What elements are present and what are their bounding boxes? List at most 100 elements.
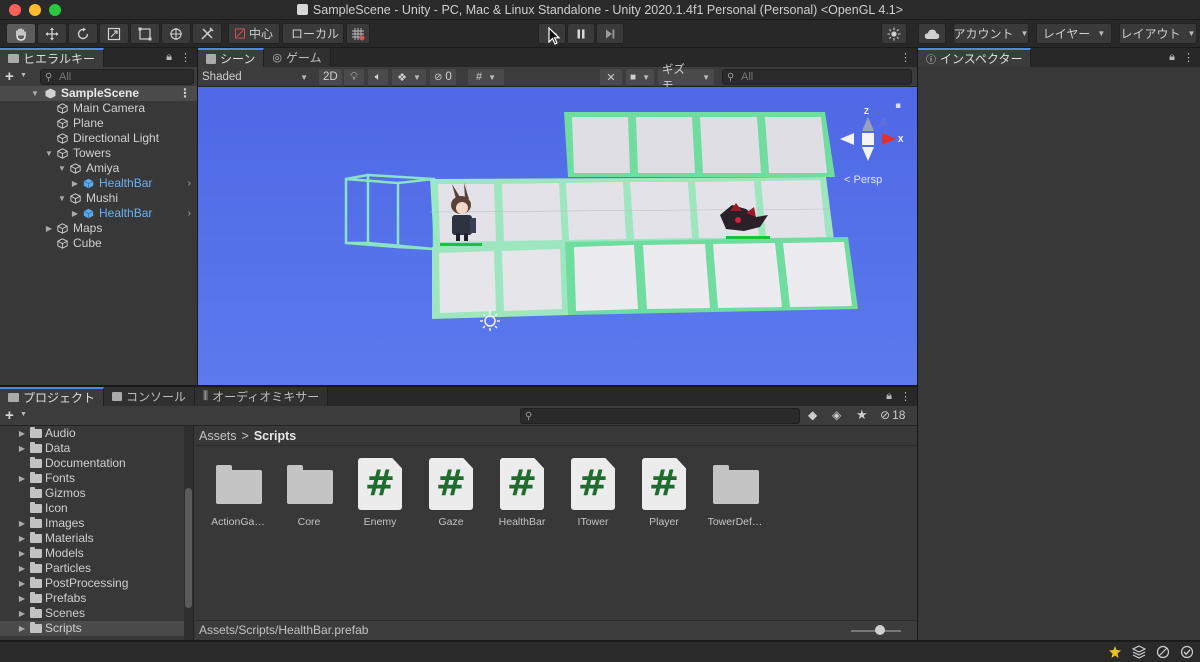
collab-button[interactable]: [881, 23, 907, 44]
layers-dropdown[interactable]: レイヤー ▼: [1036, 23, 1112, 44]
scene-search-input[interactable]: ⚲ All: [722, 69, 912, 85]
expand-arrow-icon[interactable]: ▶: [17, 591, 27, 606]
cloud-button[interactable]: [918, 23, 946, 44]
more-options-icon[interactable]: ⋮: [179, 86, 191, 101]
hierarchy-item-amiya[interactable]: ▼ Amiya: [0, 161, 197, 176]
toggle-2d-button[interactable]: 2D: [319, 69, 342, 85]
hierarchy-item-healthbar[interactable]: ▶ HealthBar ›: [0, 176, 197, 191]
tab-console[interactable]: コンソール: [104, 387, 196, 406]
hierarchy-item-healthbar[interactable]: ▶ HealthBar ›: [0, 206, 197, 221]
tab-hierarchy[interactable]: ヒエラルキー: [0, 48, 105, 67]
expand-arrow-icon[interactable]: ▼: [57, 191, 67, 206]
breadcrumb-assets[interactable]: Assets: [199, 429, 237, 443]
lighting-toggle-button[interactable]: 💡︎: [344, 69, 364, 85]
more-options-icon[interactable]: ⋮: [180, 51, 191, 64]
orientation-gizmo[interactable]: Z X: [840, 107, 904, 161]
asset-item-actiongame-folder[interactable]: ActionGa…: [203, 458, 273, 528]
move-tool-button[interactable]: [37, 23, 67, 44]
chevron-down-icon[interactable]: ▼: [20, 72, 27, 79]
hierarchy-item-cube[interactable]: Cube: [0, 236, 197, 251]
folder-item-scripts[interactable]: ▶ Scripts: [0, 621, 184, 636]
asset-item-healthbar-script[interactable]: # HealthBar: [487, 458, 557, 528]
folder-item-fonts[interactable]: ▶ Fonts: [0, 471, 184, 486]
perspective-label[interactable]: < Persp: [844, 174, 882, 186]
expand-arrow-icon[interactable]: ▶: [17, 576, 27, 591]
asset-item-itower-script[interactable]: # ITower: [558, 458, 628, 528]
rect-tool-button[interactable]: [130, 23, 160, 44]
account-dropdown[interactable]: アカウント ▼: [953, 23, 1029, 44]
expand-arrow-icon[interactable]: ▶: [44, 221, 54, 236]
expand-arrow-icon[interactable]: ▶: [70, 206, 80, 221]
folder-item-models[interactable]: ▶ Models: [0, 546, 184, 561]
scrollbar-thumb[interactable]: [185, 488, 192, 608]
grid-dropdown[interactable]: # ▼: [468, 69, 504, 85]
folder-item-audio[interactable]: ▶ Audio: [0, 426, 184, 441]
camera-dropdown[interactable]: ■ ▼: [626, 69, 654, 85]
layers-stack-icon[interactable]: [1132, 645, 1146, 659]
expand-arrow-icon[interactable]: ▶: [17, 516, 27, 531]
asset-item-gaze-script[interactable]: # Gaze: [416, 458, 486, 528]
more-options-icon[interactable]: ⋮: [1183, 51, 1194, 64]
grid-snap-button[interactable]: [346, 23, 370, 44]
hand-tool-button[interactable]: [6, 23, 36, 44]
expand-arrow-icon[interactable]: ▶: [17, 471, 27, 486]
lock-icon[interactable]: 🔒︎: [886, 390, 892, 403]
folder-item-icon[interactable]: Icon: [0, 501, 184, 516]
custom-tool-button[interactable]: [192, 23, 222, 44]
tab-inspector[interactable]: ⓘ インスペクター: [918, 48, 1032, 67]
expand-arrow-icon[interactable]: ▼: [57, 161, 67, 176]
hidden-objects-toggle[interactable]: ⊘ 0: [430, 69, 456, 85]
hierarchy-item-plane[interactable]: Plane: [0, 116, 197, 131]
project-search-input[interactable]: ⚲: [520, 408, 800, 424]
folder-tree-scrollbar[interactable]: [184, 426, 193, 640]
folder-item-prefabs[interactable]: ▶ Prefabs: [0, 591, 184, 606]
expand-arrow-icon[interactable]: ▶: [17, 606, 27, 621]
folder-item-data[interactable]: ▶ Data: [0, 441, 184, 456]
expand-arrow-icon[interactable]: ▶: [17, 621, 27, 636]
lock-icon[interactable]: 🔒︎: [166, 51, 172, 64]
transform-tool-button[interactable]: [161, 23, 191, 44]
scene-viewport[interactable]: Z X < Persp ▪: [198, 87, 917, 385]
asset-item-enemy-script[interactable]: # Enemy: [345, 458, 415, 528]
hierarchy-scene-row[interactable]: ▼ SampleScene ⋮: [0, 86, 197, 101]
pivot-toggle-button[interactable]: 中心: [228, 23, 280, 44]
tab-game[interactable]: ◎ ゲーム: [264, 48, 331, 67]
effects-dropdown[interactable]: ❖ ▼: [392, 69, 426, 85]
gizmos-dropdown[interactable]: ギズモ ▼: [658, 64, 714, 92]
audio-toggle-button[interactable]: 🔈︎: [368, 69, 388, 85]
hierarchy-item-directional-light[interactable]: Directional Light: [0, 131, 197, 146]
favorites-star-icon[interactable]: ★: [856, 407, 868, 423]
folder-item-images[interactable]: ▶ Images: [0, 516, 184, 531]
checkmark-circle-icon[interactable]: [1180, 645, 1194, 659]
chevron-right-icon[interactable]: ›: [188, 176, 191, 191]
asset-item-core-folder[interactable]: Core: [274, 458, 344, 528]
more-options-icon[interactable]: ⋮: [900, 51, 911, 64]
filter-by-label-icon[interactable]: ◈: [832, 408, 841, 422]
more-options-icon[interactable]: ⋮: [900, 390, 911, 403]
hierarchy-search-input[interactable]: ⚲ All: [40, 69, 194, 85]
hierarchy-item-mushi[interactable]: ▼ Mushi: [0, 191, 197, 206]
folder-item-scenes[interactable]: ▶ Scenes: [0, 606, 184, 621]
tab-audio-mixer[interactable]: ⫼ オーディオミキサー: [195, 387, 329, 406]
hierarchy-item-towers[interactable]: ▼ Towers: [0, 146, 197, 161]
debug-icon[interactable]: [1156, 645, 1170, 659]
tab-scene[interactable]: シーン: [198, 48, 265, 67]
filter-by-type-icon[interactable]: ◆: [808, 408, 817, 422]
expand-arrow-icon[interactable]: ▼: [44, 146, 54, 161]
asset-item-towerdefense-folder[interactable]: TowerDef…: [700, 458, 770, 528]
breadcrumb-scripts[interactable]: Scripts: [254, 429, 296, 443]
auto-generate-lighting-icon[interactable]: [1108, 645, 1122, 659]
hierarchy-item-maps[interactable]: ▶ Maps: [0, 221, 197, 236]
layout-dropdown[interactable]: レイアウト ▼: [1119, 23, 1197, 44]
create-add-icon[interactable]: +: [5, 68, 14, 85]
expand-arrow-icon[interactable]: ▶: [70, 176, 80, 191]
expand-arrow-icon[interactable]: ▶: [17, 426, 27, 441]
folder-item-materials[interactable]: ▶ Materials: [0, 531, 184, 546]
chevron-right-icon[interactable]: ›: [188, 206, 191, 221]
expand-arrow-icon[interactable]: ▼: [30, 86, 40, 101]
expand-arrow-icon[interactable]: ▶: [17, 546, 27, 561]
folder-item-postprocessing[interactable]: ▶ PostProcessing: [0, 576, 184, 591]
scale-tool-button[interactable]: [99, 23, 129, 44]
step-button[interactable]: [596, 23, 624, 44]
pause-button[interactable]: [567, 23, 595, 44]
